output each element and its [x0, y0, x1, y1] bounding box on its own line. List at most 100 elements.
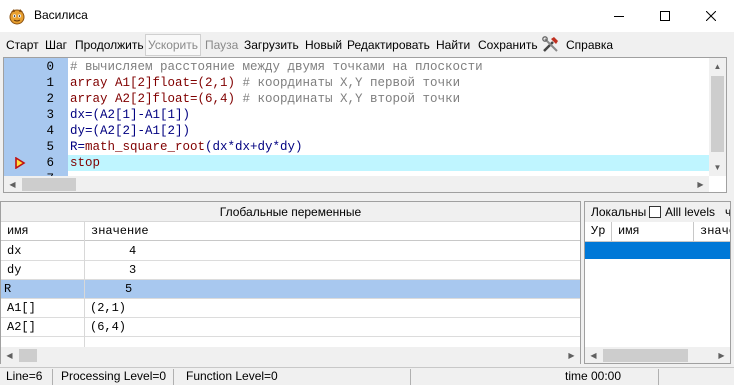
status-divider — [410, 369, 411, 385]
title-bar: Василиса — [0, 0, 734, 32]
table-row[interactable]: dx 4 — [1, 242, 580, 261]
var-value: 5 — [125, 282, 133, 296]
menu-find[interactable]: Найти — [436, 34, 470, 56]
editor-horizontal-scrollbar[interactable]: ◀ ▶ — [4, 176, 709, 192]
scroll-right-icon[interactable]: ▶ — [692, 176, 709, 192]
globals-caption: Глобальные переменные — [1, 202, 580, 222]
menu-load[interactable]: Загрузить — [244, 34, 299, 56]
locals-header: Локальны Alll levels ч — [585, 202, 731, 222]
code-text: stop — [70, 156, 101, 170]
scroll-right-icon[interactable]: ▶ — [713, 347, 730, 363]
globals-panel: Глобальные переменные имя значение dx 4 … — [0, 201, 581, 364]
scroll-thumb[interactable] — [19, 349, 37, 362]
scroll-thumb[interactable] — [22, 178, 76, 191]
var-name: dx — [7, 244, 22, 258]
code-text: # вычисляем расстояние между двумя точка… — [70, 60, 483, 74]
locals-panel: Локальны Alll levels ч Ур имя значение ◀… — [584, 201, 731, 364]
menu-continue[interactable]: Продолжить — [75, 34, 144, 56]
menu-new[interactable]: Новый — [305, 34, 342, 56]
code-text: array A1[2]float=(2,1) # координаты X,Y … — [70, 76, 461, 90]
code-text: dy=(A2[2]-A1[2]) — [70, 124, 191, 138]
line-number: 3 — [46, 108, 54, 122]
menu-step[interactable]: Шаг — [45, 34, 67, 56]
status-divider — [173, 369, 174, 385]
column-header-level[interactable]: Ур — [585, 222, 612, 242]
table-row[interactable]: A2[] (6,4) — [1, 318, 580, 337]
minimize-button[interactable] — [596, 0, 642, 32]
column-header-value[interactable]: значение — [85, 222, 580, 241]
close-icon — [706, 11, 716, 21]
status-time: time 00:00 — [565, 369, 622, 383]
menu-speedup[interactable]: Ускорить — [145, 34, 202, 56]
scroll-thumb[interactable] — [711, 76, 724, 152]
window-title: Василиса — [34, 8, 88, 22]
tools-icon[interactable] — [541, 36, 561, 58]
locals-label: Локальны — [591, 205, 647, 219]
var-name: R — [4, 282, 12, 296]
scroll-left-icon[interactable]: ◀ — [4, 176, 21, 192]
code-line[interactable]: 3 dx=(A2[1]-A1[1]) — [4, 107, 709, 123]
menu-save[interactable]: Сохранить — [478, 34, 538, 56]
minimize-icon — [614, 16, 624, 17]
globals-horizontal-scrollbar[interactable]: ◀ ▶ — [1, 347, 580, 364]
all-levels-checkbox[interactable] — [649, 206, 661, 218]
scroll-thumb[interactable] — [603, 349, 688, 362]
var-value: (2,1) — [90, 301, 127, 315]
current-line-highlight — [68, 155, 709, 171]
code-text: dx=(A2[1]-A1[1]) — [70, 108, 191, 122]
code-line[interactable]: 0 # вычисляем расстояние между двумя точк… — [4, 59, 709, 75]
maximize-icon — [660, 11, 670, 21]
status-function-level: Function Level=0 — [186, 369, 278, 383]
status-divider — [52, 369, 53, 385]
table-row-selected[interactable]: R 5 — [1, 280, 580, 299]
app-logo-icon — [8, 7, 26, 25]
menu-edit[interactable]: Редактировать — [347, 34, 430, 56]
scroll-left-icon[interactable]: ◀ — [1, 347, 18, 364]
column-header-name[interactable]: имя — [612, 222, 694, 242]
code-line[interactable]: 1 array A1[2]float=(2,1) # координаты X,Y… — [4, 75, 709, 91]
locals-selected-row[interactable] — [585, 242, 730, 259]
code-text: array A2[2]float=(6,4) # координаты X,Y … — [70, 92, 461, 106]
column-header-name[interactable]: имя — [1, 222, 84, 241]
all-levels-label[interactable]: Alll levels — [665, 202, 715, 222]
status-divider — [658, 369, 659, 385]
status-line: Line=6 — [6, 369, 43, 383]
locals-overflow-text: ч — [725, 205, 731, 219]
status-processing-level: Processing Level=0 — [61, 369, 167, 383]
var-name: A1[] — [7, 301, 36, 315]
code-line-current[interactable]: 6 stop — [4, 155, 709, 171]
line-number: 5 — [46, 140, 54, 154]
scroll-left-icon[interactable]: ◀ — [585, 347, 602, 363]
code-line[interactable]: 5 R=math_square_root(dx*dx+dy*dy) — [4, 139, 709, 155]
locals-horizontal-scrollbar[interactable]: ◀ ▶ — [585, 347, 730, 363]
table-row[interactable]: dy 3 — [1, 261, 580, 280]
table-row[interactable]: A1[] (2,1) — [1, 299, 580, 318]
editor-vertical-scrollbar[interactable]: ▲ ▼ — [709, 58, 726, 176]
var-name: dy — [7, 263, 22, 277]
menu-help[interactable]: Справка — [566, 34, 613, 56]
line-number: 1 — [46, 76, 54, 90]
var-value: 3 — [129, 263, 137, 277]
var-value: 4 — [129, 244, 137, 258]
line-number: 0 — [46, 60, 54, 74]
column-divider — [84, 222, 85, 347]
code-line[interactable]: 4 dy=(A2[2]-A1[2]) — [4, 123, 709, 139]
scroll-right-icon[interactable]: ▶ — [563, 347, 580, 364]
line-number: 6 — [46, 156, 54, 170]
menu-start[interactable]: Старт — [6, 34, 39, 56]
close-button[interactable] — [688, 0, 734, 32]
menu-pause[interactable]: Пауза — [205, 34, 238, 56]
column-header-value[interactable]: значение — [694, 222, 730, 242]
scroll-up-icon[interactable]: ▲ — [709, 58, 726, 75]
line-number: 4 — [46, 124, 54, 138]
var-name: A2[] — [7, 320, 36, 334]
line-number: 2 — [46, 92, 54, 106]
menu-bar: Старт Шаг Продолжить Ускорить Пауза Загр… — [0, 34, 734, 56]
code-text: R=math_square_root(dx*dx+dy*dy) — [70, 140, 303, 154]
code-line[interactable]: 2 array A2[2]float=(6,4) # координаты X,Y… — [4, 91, 709, 107]
code-editor[interactable]: 0 # вычисляем расстояние между двумя точк… — [3, 57, 727, 193]
scroll-down-icon[interactable]: ▼ — [709, 159, 726, 176]
maximize-button[interactable] — [642, 0, 688, 32]
var-value: (6,4) — [90, 320, 127, 334]
status-bar: Line=6 Processing Level=0 Function Level… — [0, 367, 734, 385]
